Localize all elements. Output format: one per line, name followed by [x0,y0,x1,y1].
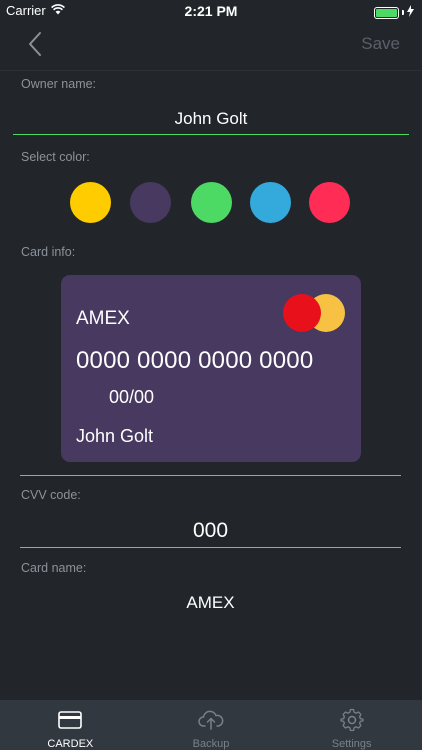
color-swatch-purple[interactable] [130,182,171,223]
card-info-label: Card info: [21,245,76,259]
back-button[interactable] [20,28,50,60]
owner-name-underline [13,134,409,135]
color-swatch-green[interactable] [191,182,232,223]
tab-backup[interactable]: Backup [141,700,282,750]
card-name-label: Card name: [21,561,87,575]
owner-name-label: Owner name: [21,77,97,91]
card-preview[interactable]: AMEX 0000 0000 0000 0000 00/00 John Golt [61,275,361,462]
status-bar: Carrier 2:21 PM [0,0,422,22]
nav-bar: Save [0,22,422,66]
select-color-label: Select color: [21,150,90,164]
card-brand: AMEX [76,308,130,329]
card-number: 0000 0000 0000 0000 [76,347,314,374]
card-info-underline [20,475,401,476]
card-expiry: 00/00 [109,387,155,407]
cvv-label: CVV code: [21,488,81,502]
tab-cardex-label: CARDEX [47,738,94,750]
cvv-input[interactable]: 000 [20,519,401,543]
tab-settings[interactable]: Settings [281,700,422,750]
cloud-upload-icon [198,707,224,733]
color-swatch-blue[interactable] [250,182,291,223]
chevron-left-icon [29,32,41,56]
tab-cardex[interactable]: CARDEX [0,700,141,750]
charging-icon [407,5,414,20]
color-swatch-yellow[interactable] [70,182,111,223]
header-divider [0,70,422,71]
color-swatch-red[interactable] [309,182,350,223]
card-icon [57,707,83,733]
tab-settings-label: Settings [331,738,372,750]
save-button[interactable]: Save [361,34,400,54]
gear-icon [339,707,365,733]
tab-bar: CARDEX Backup Settings [0,700,422,750]
owner-name-input[interactable]: John Golt [13,109,409,129]
mastercard-logo-icon [283,293,347,333]
card-name-input[interactable]: AMEX [20,593,401,613]
card-holder: John Golt [76,426,154,446]
battery-icon [374,5,414,20]
tab-backup-label: Backup [192,738,230,750]
cvv-underline [20,547,401,548]
status-time: 2:21 PM [184,3,238,19]
